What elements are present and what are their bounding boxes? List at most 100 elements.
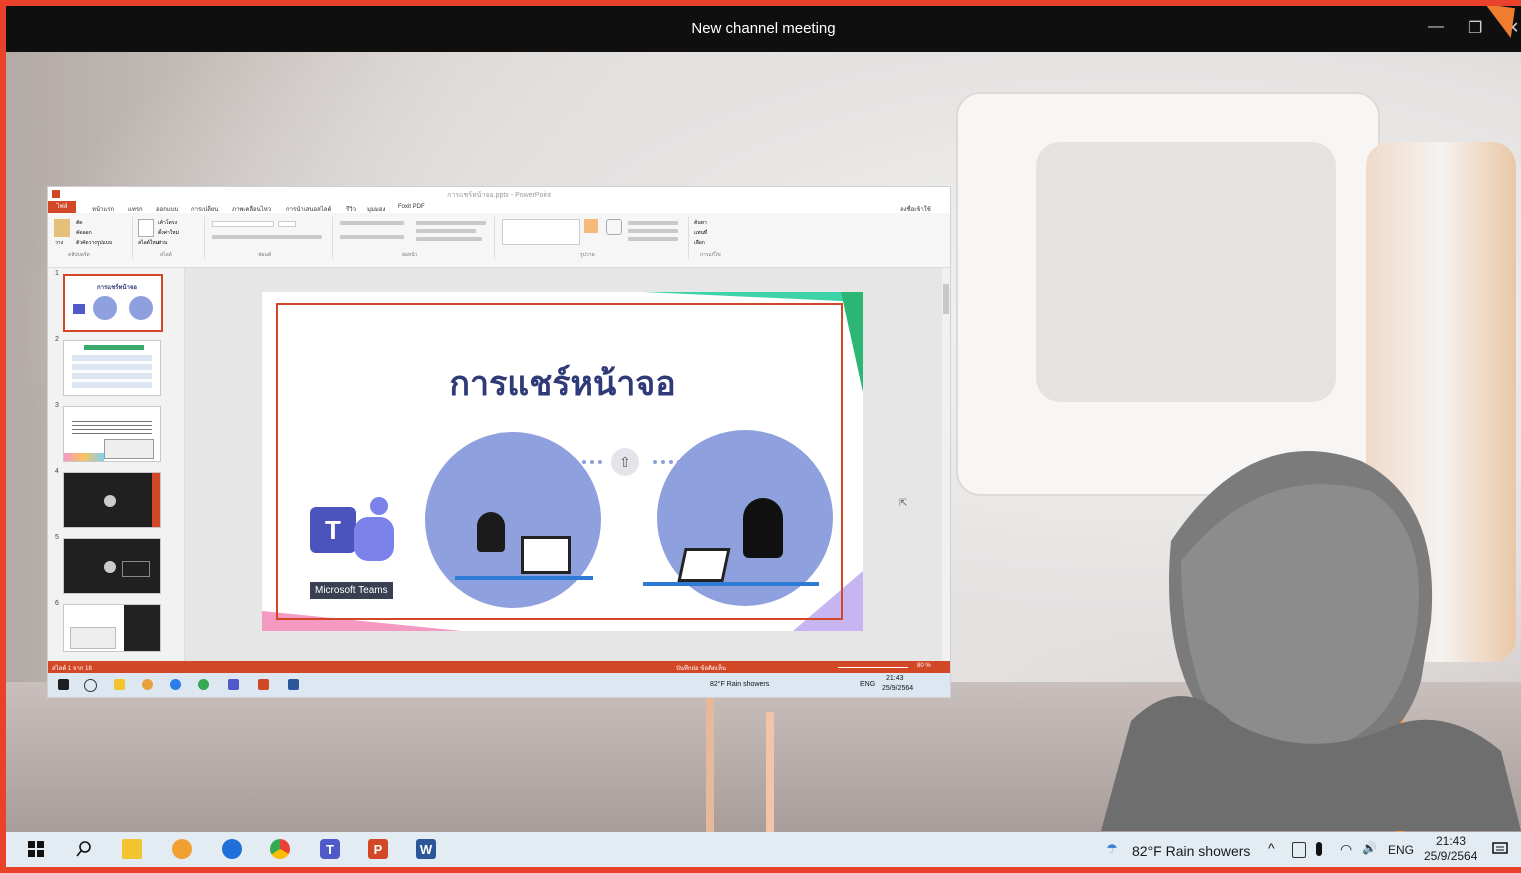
mouse-cursor-icon: ⇱ [899, 498, 908, 509]
tab-file[interactable]: ไฟล์ [48, 201, 76, 213]
section-button[interactable]: ส่วน [158, 239, 167, 247]
volume-icon[interactable]: 🔊 [1362, 841, 1377, 855]
language-indicator[interactable]: ENG [1388, 843, 1414, 857]
shared-screen[interactable]: การแชร์หน้าจอ.pptx - PowerPoint หน้าแรก … [48, 187, 950, 697]
powerpoint-icon[interactable]: P [368, 839, 388, 859]
slide-thumbnail-2[interactable] [63, 340, 161, 396]
slide-number: 5 [55, 534, 59, 541]
chrome-icon[interactable] [270, 839, 290, 859]
word-icon[interactable]: W [416, 839, 436, 859]
notes-comments[interactable]: บันทึกย่อ ข้อคิดเห็น [676, 663, 726, 673]
presenter-illustration [425, 432, 601, 608]
microphone-icon[interactable] [1316, 842, 1322, 856]
notifications-icon[interactable] [1490, 839, 1510, 859]
slide-thumbnail-5[interactable] [63, 538, 161, 594]
weather-icon[interactable]: ☂ [1102, 839, 1122, 859]
shapes-gallery[interactable] [502, 219, 580, 245]
chevron-up-icon[interactable]: ^ [1268, 840, 1275, 856]
shape-effects-button[interactable] [628, 237, 678, 241]
replace-button[interactable]: แทนที่ [694, 229, 707, 237]
slide-number: 1 [55, 270, 59, 277]
text-direction-button[interactable] [416, 221, 486, 225]
connector-dots [558, 460, 602, 464]
align-text-button[interactable] [416, 229, 476, 233]
shape-outline-button[interactable] [628, 229, 678, 233]
quick-styles-icon[interactable] [606, 219, 622, 235]
slide-number: 6 [55, 600, 59, 607]
slide-thumbnail-3[interactable] [63, 406, 161, 462]
device-icon[interactable] [1292, 842, 1306, 858]
presenter-silhouette [1101, 451, 1521, 831]
cut-button[interactable]: ตัด [76, 219, 83, 227]
zoom-slider[interactable] [838, 667, 908, 668]
clock-date[interactable]: 25/9/2564 [1424, 849, 1477, 863]
thumb-table [72, 355, 152, 389]
file-explorer-icon[interactable] [122, 839, 142, 859]
restore-button[interactable]: ❐ [1468, 18, 1482, 38]
shape-fill-button[interactable] [628, 221, 678, 225]
teams-icon[interactable]: T [320, 839, 340, 859]
current-slide[interactable]: การแชร์หน้าจอ T Microsoft Teams ⇧ [262, 292, 863, 631]
search-icon[interactable] [84, 679, 97, 692]
language-indicator[interactable]: ENG [860, 681, 875, 688]
thumb-teams-logo [73, 304, 85, 314]
slide-thumbnail-4[interactable] [63, 472, 161, 528]
browser-icon[interactable] [142, 679, 153, 690]
video-stage: การแชร์หน้าจอ.pptx - PowerPoint หน้าแรก … [6, 52, 1521, 832]
slide-number: 4 [55, 468, 59, 475]
title-bar: New channel meeting — ❐ ✕ [6, 6, 1521, 52]
slide-thumbnail-1[interactable]: การแชร์หน้าจอ [63, 274, 163, 332]
font-format-buttons[interactable] [212, 235, 322, 239]
edge-icon[interactable] [222, 839, 242, 859]
new-slide-icon[interactable] [138, 219, 154, 237]
clock-time[interactable]: 21:43 [886, 675, 904, 682]
clock-date[interactable]: 25/9/2564 [882, 685, 913, 692]
clock-time[interactable]: 21:43 [1436, 834, 1466, 848]
chrome-icon[interactable] [198, 679, 209, 690]
paste-label: วาง [55, 240, 64, 246]
thumb-circle [93, 296, 117, 320]
slide-scrollbar[interactable] [942, 268, 950, 661]
start-icon[interactable] [58, 679, 69, 690]
minimize-button[interactable]: — [1428, 18, 1444, 36]
thumb-avatar [104, 495, 116, 507]
paste-icon[interactable] [54, 219, 70, 237]
search-icon[interactable] [74, 839, 94, 859]
arrange-icon[interactable] [584, 219, 598, 233]
thumb-decor [64, 453, 104, 461]
tab-foxit-pdf[interactable]: Foxit PDF [398, 204, 425, 210]
smartart-button[interactable] [416, 237, 482, 241]
browser-icon[interactable] [172, 839, 192, 859]
layout-button[interactable]: เค้าโครง [158, 219, 177, 227]
slide-title[interactable]: การแชร์หน้าจอ [262, 356, 863, 410]
word-icon[interactable] [288, 679, 299, 690]
teams-icon[interactable] [228, 679, 239, 690]
background-stripe [706, 692, 714, 832]
list-buttons[interactable] [340, 221, 404, 225]
wifi-icon[interactable]: ◠ [1340, 841, 1352, 858]
explorer-icon[interactable] [114, 679, 125, 690]
find-button[interactable]: ค้นหา [694, 219, 707, 227]
edge-icon[interactable] [170, 679, 181, 690]
slide-thumbnail-6[interactable] [63, 604, 161, 652]
select-button[interactable]: เลือก [694, 239, 705, 247]
powerpoint-titlebar: การแชร์หน้าจอ.pptx - PowerPoint [48, 187, 950, 201]
reset-button[interactable]: ตั้งค่าใหม่ [158, 229, 179, 237]
format-painter-button[interactable]: ตัวคัดวางรูปแบบ [76, 239, 112, 247]
weather-text[interactable]: 82°F Rain showers [710, 681, 769, 688]
person-silhouette-icon [477, 512, 505, 552]
slide-thumbnail-pane[interactable]: 1 การแชร์หน้าจอ 2 3 4 5 6 [48, 268, 185, 661]
alignment-buttons[interactable] [340, 235, 404, 239]
thumb-accent [152, 473, 160, 527]
slide-editor[interactable]: การแชร์หน้าจอ T Microsoft Teams ⇧ ⇱ [185, 268, 942, 661]
copy-button[interactable]: คัดลอก [76, 229, 92, 237]
scrollbar-thumb[interactable] [943, 284, 949, 314]
share-screen-icon: ⇧ [611, 448, 639, 476]
zoom-level[interactable]: 80 % [917, 663, 931, 669]
font-name-field[interactable] [212, 221, 274, 227]
windows-start-icon[interactable] [26, 839, 46, 859]
weather-text[interactable]: 82°F Rain showers [1132, 843, 1250, 859]
ribbon-group-drawing: รูปวาด [498, 217, 689, 259]
powerpoint-icon[interactable] [258, 679, 269, 690]
font-size-field[interactable] [278, 221, 296, 227]
